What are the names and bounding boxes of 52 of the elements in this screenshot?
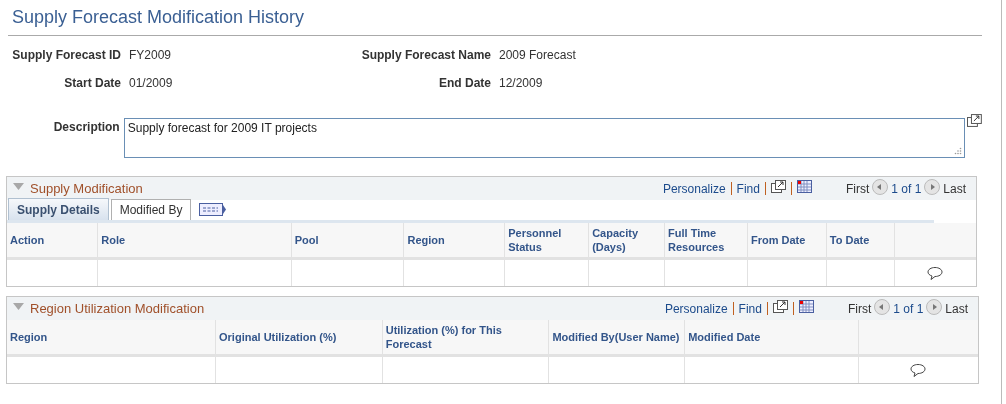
column-header: Pool: [291, 223, 404, 258]
comment-icon[interactable]: [910, 362, 927, 377]
expand-icon[interactable]: [967, 114, 982, 127]
page-title: Supply Forecast Modification History: [8, 4, 982, 36]
page-count: 1 of 1: [891, 180, 922, 198]
page-count: 1 of 1: [893, 300, 924, 318]
column-header: Region: [403, 223, 505, 258]
column-header: To Date: [826, 223, 895, 258]
comment-icon[interactable]: [927, 265, 944, 280]
spreadsheet-icon[interactable]: [796, 180, 812, 193]
column-header: Full Time Resources: [664, 223, 748, 258]
column-header: Personnel Status: [504, 223, 589, 258]
grid-title: Supply Modification: [30, 179, 143, 198]
column-header: Role: [97, 223, 292, 258]
find-link[interactable]: Find: [738, 299, 762, 318]
tab[interactable]: Supply Details: [8, 198, 109, 220]
new-window-icon[interactable]: [770, 180, 786, 193]
personalize-link[interactable]: Personalize: [662, 179, 726, 198]
column-header: From Date: [747, 223, 827, 258]
find-link[interactable]: Find: [736, 179, 760, 198]
tab[interactable]: Modified By: [110, 199, 192, 220]
field-value: 12/2009: [499, 76, 544, 90]
grid-title: Region Utilization Modification: [30, 299, 205, 318]
description-field[interactable]: Supply forecast for 2009 IT projects: [123, 118, 966, 158]
column-header: Utilization (%) for This Forecast: [382, 320, 549, 355]
field-label: Supply Forecast ID: [11, 48, 121, 62]
last-label: Last: [943, 180, 966, 198]
next-icon[interactable]: [926, 298, 943, 315]
new-window-icon[interactable]: [772, 300, 788, 313]
spreadsheet-icon[interactable]: [798, 300, 814, 313]
column-header: Modified Date: [684, 320, 859, 355]
field-value: 2009 Forecast: [499, 48, 577, 62]
column-header: Original Utilization (%): [215, 320, 383, 355]
field-value: FY2009: [129, 48, 173, 62]
show-all-columns-icon[interactable]: [199, 203, 228, 216]
column-header: Modified By(User Name): [548, 320, 685, 355]
next-icon[interactable]: [924, 178, 941, 195]
field-label: Description: [52, 119, 120, 134]
column-header: Region: [7, 320, 216, 355]
column-header: Action: [7, 223, 98, 258]
field-label: Start Date: [63, 76, 121, 90]
field-value: 01/2009: [129, 76, 174, 90]
column-header: Capacity (Days): [588, 223, 665, 258]
field-label: Supply Forecast Name: [360, 48, 491, 62]
first-label: First: [847, 300, 872, 318]
first-label: First: [845, 180, 870, 198]
last-label: Last: [945, 300, 968, 318]
previous-icon[interactable]: [874, 298, 891, 315]
previous-icon[interactable]: [872, 178, 889, 195]
resize-grip-icon[interactable]: [954, 147, 963, 155]
personalize-link[interactable]: Personalize: [664, 299, 728, 318]
field-label: End Date: [438, 76, 491, 90]
